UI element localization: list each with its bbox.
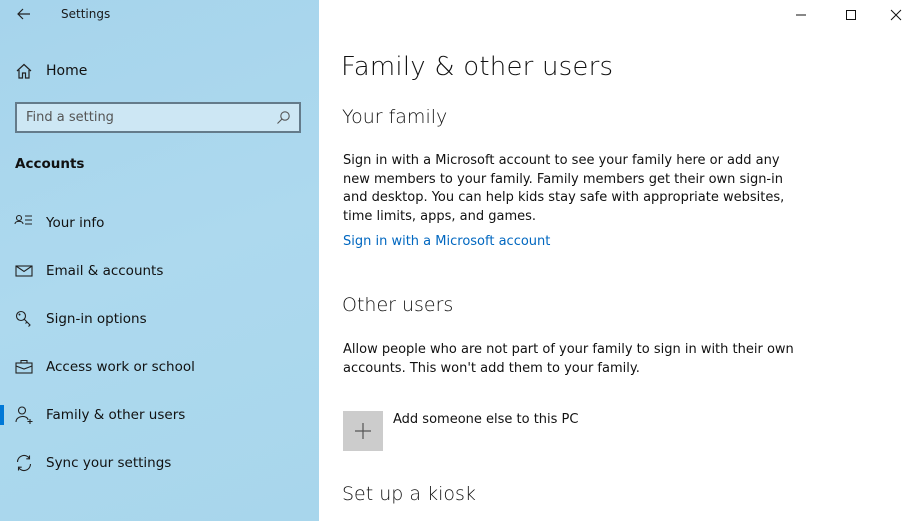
sidebar-item-label: Email & accounts xyxy=(46,263,164,279)
add-user-button[interactable] xyxy=(343,411,383,451)
add-person-icon xyxy=(14,405,34,425)
app-title: Settings xyxy=(61,7,111,21)
plus-icon xyxy=(355,423,371,439)
sidebar-item-sign-in-options[interactable]: Sign-in options xyxy=(0,299,319,339)
back-arrow-icon xyxy=(17,8,30,20)
sidebar-item-label: Family & other users xyxy=(46,407,186,423)
sidebar-item-family-other-users[interactable]: Family & other users xyxy=(0,395,319,435)
sidebar-item-label: Your info xyxy=(46,215,105,231)
briefcase-icon xyxy=(14,357,34,377)
sidebar-item-your-info[interactable]: Your info xyxy=(0,203,319,243)
sidebar: Settings Home Accounts Your info xyxy=(0,0,319,521)
add-someone-label[interactable]: Add someone else to this PC xyxy=(393,412,578,427)
section-title-accounts: Accounts xyxy=(15,156,85,172)
home-label: Home xyxy=(46,63,88,79)
close-button[interactable] xyxy=(873,0,916,30)
mail-icon xyxy=(14,261,34,281)
search-input[interactable] xyxy=(17,109,268,126)
sidebar-home[interactable]: Home xyxy=(15,60,87,82)
sign-in-microsoft-link[interactable]: Sign in with a Microsoft account xyxy=(343,234,550,249)
other-users-heading: Other users xyxy=(342,294,454,316)
sync-icon xyxy=(14,453,34,473)
contact-info-icon xyxy=(14,213,34,233)
home-icon xyxy=(16,63,32,79)
sidebar-item-label: Sync your settings xyxy=(46,455,172,471)
sidebar-item-sync-settings[interactable]: Sync your settings xyxy=(0,443,319,483)
kiosk-heading: Set up a kiosk xyxy=(342,483,476,505)
page-title: Family & other users xyxy=(341,52,614,82)
your-family-heading: Your family xyxy=(342,106,448,128)
sidebar-item-access-work-school[interactable]: Access work or school xyxy=(0,347,319,387)
close-icon xyxy=(890,9,902,21)
main-content: Family & other users Your family Sign in… xyxy=(319,0,916,521)
key-icon xyxy=(14,309,34,329)
sidebar-item-email-accounts[interactable]: Email & accounts xyxy=(0,251,319,291)
minimize-icon xyxy=(796,14,806,16)
sidebar-item-label: Sign-in options xyxy=(46,311,147,327)
sidebar-item-label: Access work or school xyxy=(46,359,195,375)
your-family-description: Sign in with a Microsoft account to see … xyxy=(343,153,785,224)
maximize-button[interactable] xyxy=(828,0,874,30)
selected-indicator xyxy=(0,405,4,425)
minimize-button[interactable] xyxy=(778,0,824,30)
other-users-description: Allow people who are not part of your fa… xyxy=(343,342,794,376)
back-button[interactable] xyxy=(14,4,34,24)
search-box[interactable] xyxy=(15,102,301,133)
search-icon[interactable] xyxy=(276,110,291,125)
maximize-icon xyxy=(846,10,856,20)
